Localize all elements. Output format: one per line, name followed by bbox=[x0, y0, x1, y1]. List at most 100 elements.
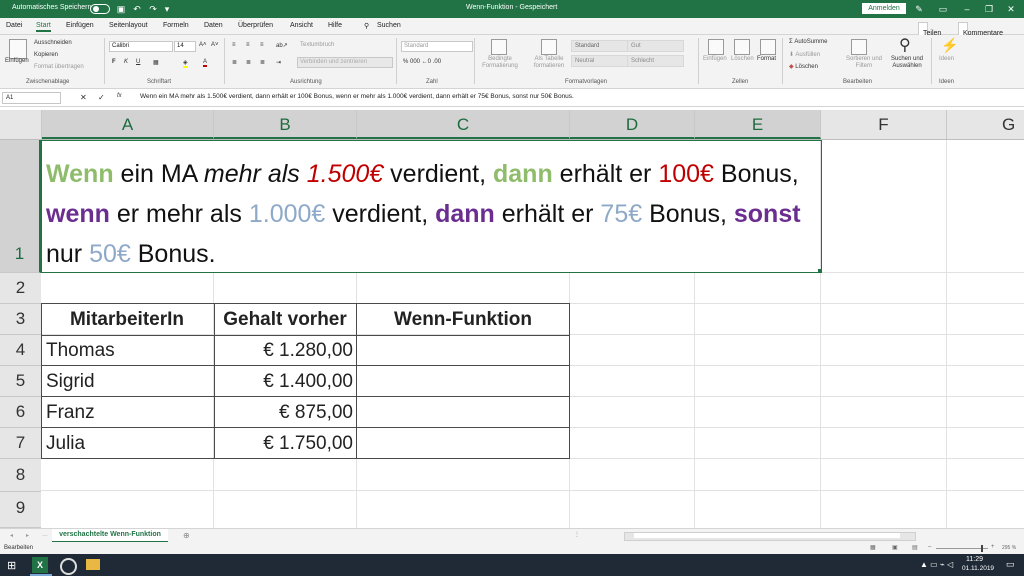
zoom-level[interactable]: 295 % bbox=[1002, 545, 1016, 551]
add-sheet-icon[interactable]: ⊕ bbox=[183, 531, 190, 540]
row-header-3[interactable]: 3 bbox=[0, 304, 41, 335]
network-icon[interactable]: ▲ ▭ ⌁ ◁ bbox=[920, 560, 953, 569]
fill-button[interactable]: ⬇ Ausfüllen bbox=[789, 51, 820, 58]
column-header-b[interactable]: B bbox=[214, 110, 357, 139]
column-header-g[interactable]: G bbox=[947, 110, 1024, 139]
table-cell[interactable] bbox=[357, 396, 570, 428]
search-icon[interactable]: ⚲ bbox=[364, 22, 369, 30]
tab-daten[interactable]: Daten bbox=[204, 22, 223, 29]
wrap-text-button[interactable]: Textumbruch bbox=[300, 42, 334, 48]
browser-taskbar-icon[interactable] bbox=[60, 558, 77, 575]
more-sheets-icon[interactable]: … bbox=[42, 532, 48, 538]
row-header-5[interactable]: 5 bbox=[0, 366, 41, 397]
ideas-icon[interactable]: ⚡ bbox=[941, 37, 958, 54]
format-painter-button[interactable]: Format übertragen bbox=[34, 64, 84, 70]
scroll-right-icon[interactable]: ▸ bbox=[26, 532, 29, 539]
scroll-left-icon[interactable]: ◂ bbox=[10, 532, 13, 539]
currency-icon[interactable]: % 000 ←0 .00 bbox=[403, 59, 441, 65]
formula-input[interactable]: Wenn ein MA mehr als 1.500€ verdient, da… bbox=[140, 93, 574, 100]
search-tab[interactable]: Suchen bbox=[377, 22, 401, 29]
insert-cells-icon[interactable] bbox=[708, 39, 724, 55]
font-size-select[interactable]: 14 bbox=[174, 41, 196, 52]
font-color-icon[interactable]: A bbox=[203, 59, 208, 67]
cut-button[interactable]: Ausschneiden bbox=[34, 40, 72, 46]
format-as-table-icon[interactable] bbox=[541, 39, 557, 55]
insert-function-icon[interactable]: fx bbox=[117, 93, 122, 99]
scrollbar-thumb[interactable] bbox=[634, 533, 900, 538]
sign-in-button[interactable]: Anmelden bbox=[862, 3, 906, 14]
align-center-icon[interactable]: ≣ bbox=[246, 59, 251, 66]
table-cell[interactable] bbox=[357, 334, 570, 366]
fill-handle[interactable] bbox=[818, 269, 822, 273]
enter-icon[interactable]: ✓ bbox=[98, 93, 105, 102]
find-magnifier-icon[interactable]: ⚲ bbox=[899, 35, 911, 55]
tab-ueberpruefen[interactable]: Überprüfen bbox=[238, 22, 273, 29]
zoom-out-icon[interactable]: – bbox=[928, 544, 931, 550]
minimize-icon[interactable]: – bbox=[960, 2, 974, 16]
style-schlecht[interactable]: Schlecht bbox=[627, 55, 684, 67]
format-cells-button[interactable]: Format bbox=[757, 56, 776, 62]
format-as-table-button[interactable]: Als Tabelle formatieren bbox=[528, 56, 570, 70]
delete-cells-button[interactable]: Löschen bbox=[731, 56, 754, 62]
underline-button[interactable]: U bbox=[136, 59, 140, 65]
style-standard[interactable]: Standard bbox=[571, 40, 628, 52]
tab-hilfe[interactable]: Hilfe bbox=[328, 22, 342, 29]
row-header-9[interactable]: 9 bbox=[0, 492, 41, 528]
cancel-icon[interactable]: ✕ bbox=[80, 93, 87, 102]
zoom-slider-thumb[interactable] bbox=[981, 545, 983, 552]
style-gut[interactable]: Gut bbox=[627, 40, 684, 52]
restore-icon[interactable]: ❐ bbox=[982, 2, 996, 16]
tab-seitenlayout[interactable]: Seitenlayout bbox=[109, 22, 148, 29]
bold-button[interactable]: F bbox=[112, 59, 116, 65]
row-header-7[interactable]: 7 bbox=[0, 428, 41, 459]
tab-datei[interactable]: Datei bbox=[6, 22, 22, 29]
paste-button[interactable]: Einfügen bbox=[5, 58, 29, 64]
align-right-icon[interactable]: ≣ bbox=[260, 59, 265, 66]
table-cell[interactable] bbox=[357, 427, 570, 459]
normal-view-icon[interactable]: ▦ bbox=[870, 544, 876, 551]
select-all-corner[interactable] bbox=[0, 110, 42, 139]
name-box[interactable]: A1 bbox=[2, 92, 61, 104]
align-top-icon[interactable]: ≡ bbox=[232, 42, 236, 48]
excel-taskbar-icon[interactable]: X bbox=[32, 557, 48, 573]
orientation-icon[interactable]: ab↗ bbox=[276, 42, 288, 49]
row-header-2[interactable]: 2 bbox=[0, 273, 41, 304]
customize-icon[interactable]: ▾ bbox=[160, 2, 174, 16]
sort-filter-button[interactable]: Sortieren und Filtern bbox=[844, 56, 884, 70]
page-layout-icon[interactable]: ▣ bbox=[892, 544, 898, 551]
insert-cells-button[interactable]: Einfügen bbox=[703, 56, 727, 62]
conditional-format-icon[interactable] bbox=[491, 39, 507, 55]
align-middle-icon[interactable]: ≡ bbox=[246, 42, 250, 48]
find-select-button[interactable]: Suchen und Auswählen bbox=[887, 56, 927, 70]
ribbon-display-icon[interactable]: ▭ bbox=[936, 2, 950, 16]
column-header-f[interactable]: F bbox=[821, 110, 947, 139]
row-header-1[interactable]: 1 bbox=[0, 140, 41, 273]
undo-icon[interactable]: ↶ bbox=[130, 2, 144, 16]
sheet-tab-active[interactable]: verschachtelte Wenn-Funktion bbox=[52, 529, 168, 543]
style-neutral[interactable]: Neutral bbox=[571, 55, 628, 67]
tab-ansicht[interactable]: Ansicht bbox=[290, 22, 313, 29]
merge-center-button[interactable]: Verbinden und zentrieren bbox=[297, 57, 393, 68]
column-header-e[interactable]: E bbox=[695, 110, 821, 139]
tab-formeln[interactable]: Formeln bbox=[163, 22, 189, 29]
ideas-button[interactable]: Ideen bbox=[939, 56, 954, 62]
column-header-c[interactable]: C bbox=[357, 110, 570, 139]
grow-font-icon[interactable]: A˄ bbox=[199, 42, 207, 48]
page-break-icon[interactable]: ▤ bbox=[912, 544, 918, 551]
column-header-a[interactable]: A bbox=[42, 110, 214, 139]
italic-button[interactable]: K bbox=[124, 59, 128, 65]
pen-icon[interactable]: ✎ bbox=[912, 2, 926, 16]
shrink-font-icon[interactable]: A˅ bbox=[211, 42, 219, 48]
notifications-icon[interactable]: ▭ bbox=[1006, 559, 1015, 570]
number-format-select[interactable]: Standard bbox=[401, 41, 473, 52]
zoom-in-icon[interactable]: + bbox=[991, 544, 995, 550]
taskbar-time[interactable]: 11:29 bbox=[966, 556, 983, 563]
fill-color-icon[interactable]: ◈ bbox=[183, 59, 188, 68]
close-icon[interactable]: ✕ bbox=[1004, 2, 1018, 16]
taskbar-date[interactable]: 01.11.2019 bbox=[962, 565, 994, 572]
tab-start[interactable]: Start bbox=[36, 22, 51, 32]
folder-taskbar-icon[interactable] bbox=[86, 559, 100, 570]
indent-icon[interactable]: ⇥ bbox=[276, 59, 281, 66]
paste-icon[interactable] bbox=[9, 39, 27, 59]
sort-filter-icon[interactable] bbox=[851, 39, 867, 55]
